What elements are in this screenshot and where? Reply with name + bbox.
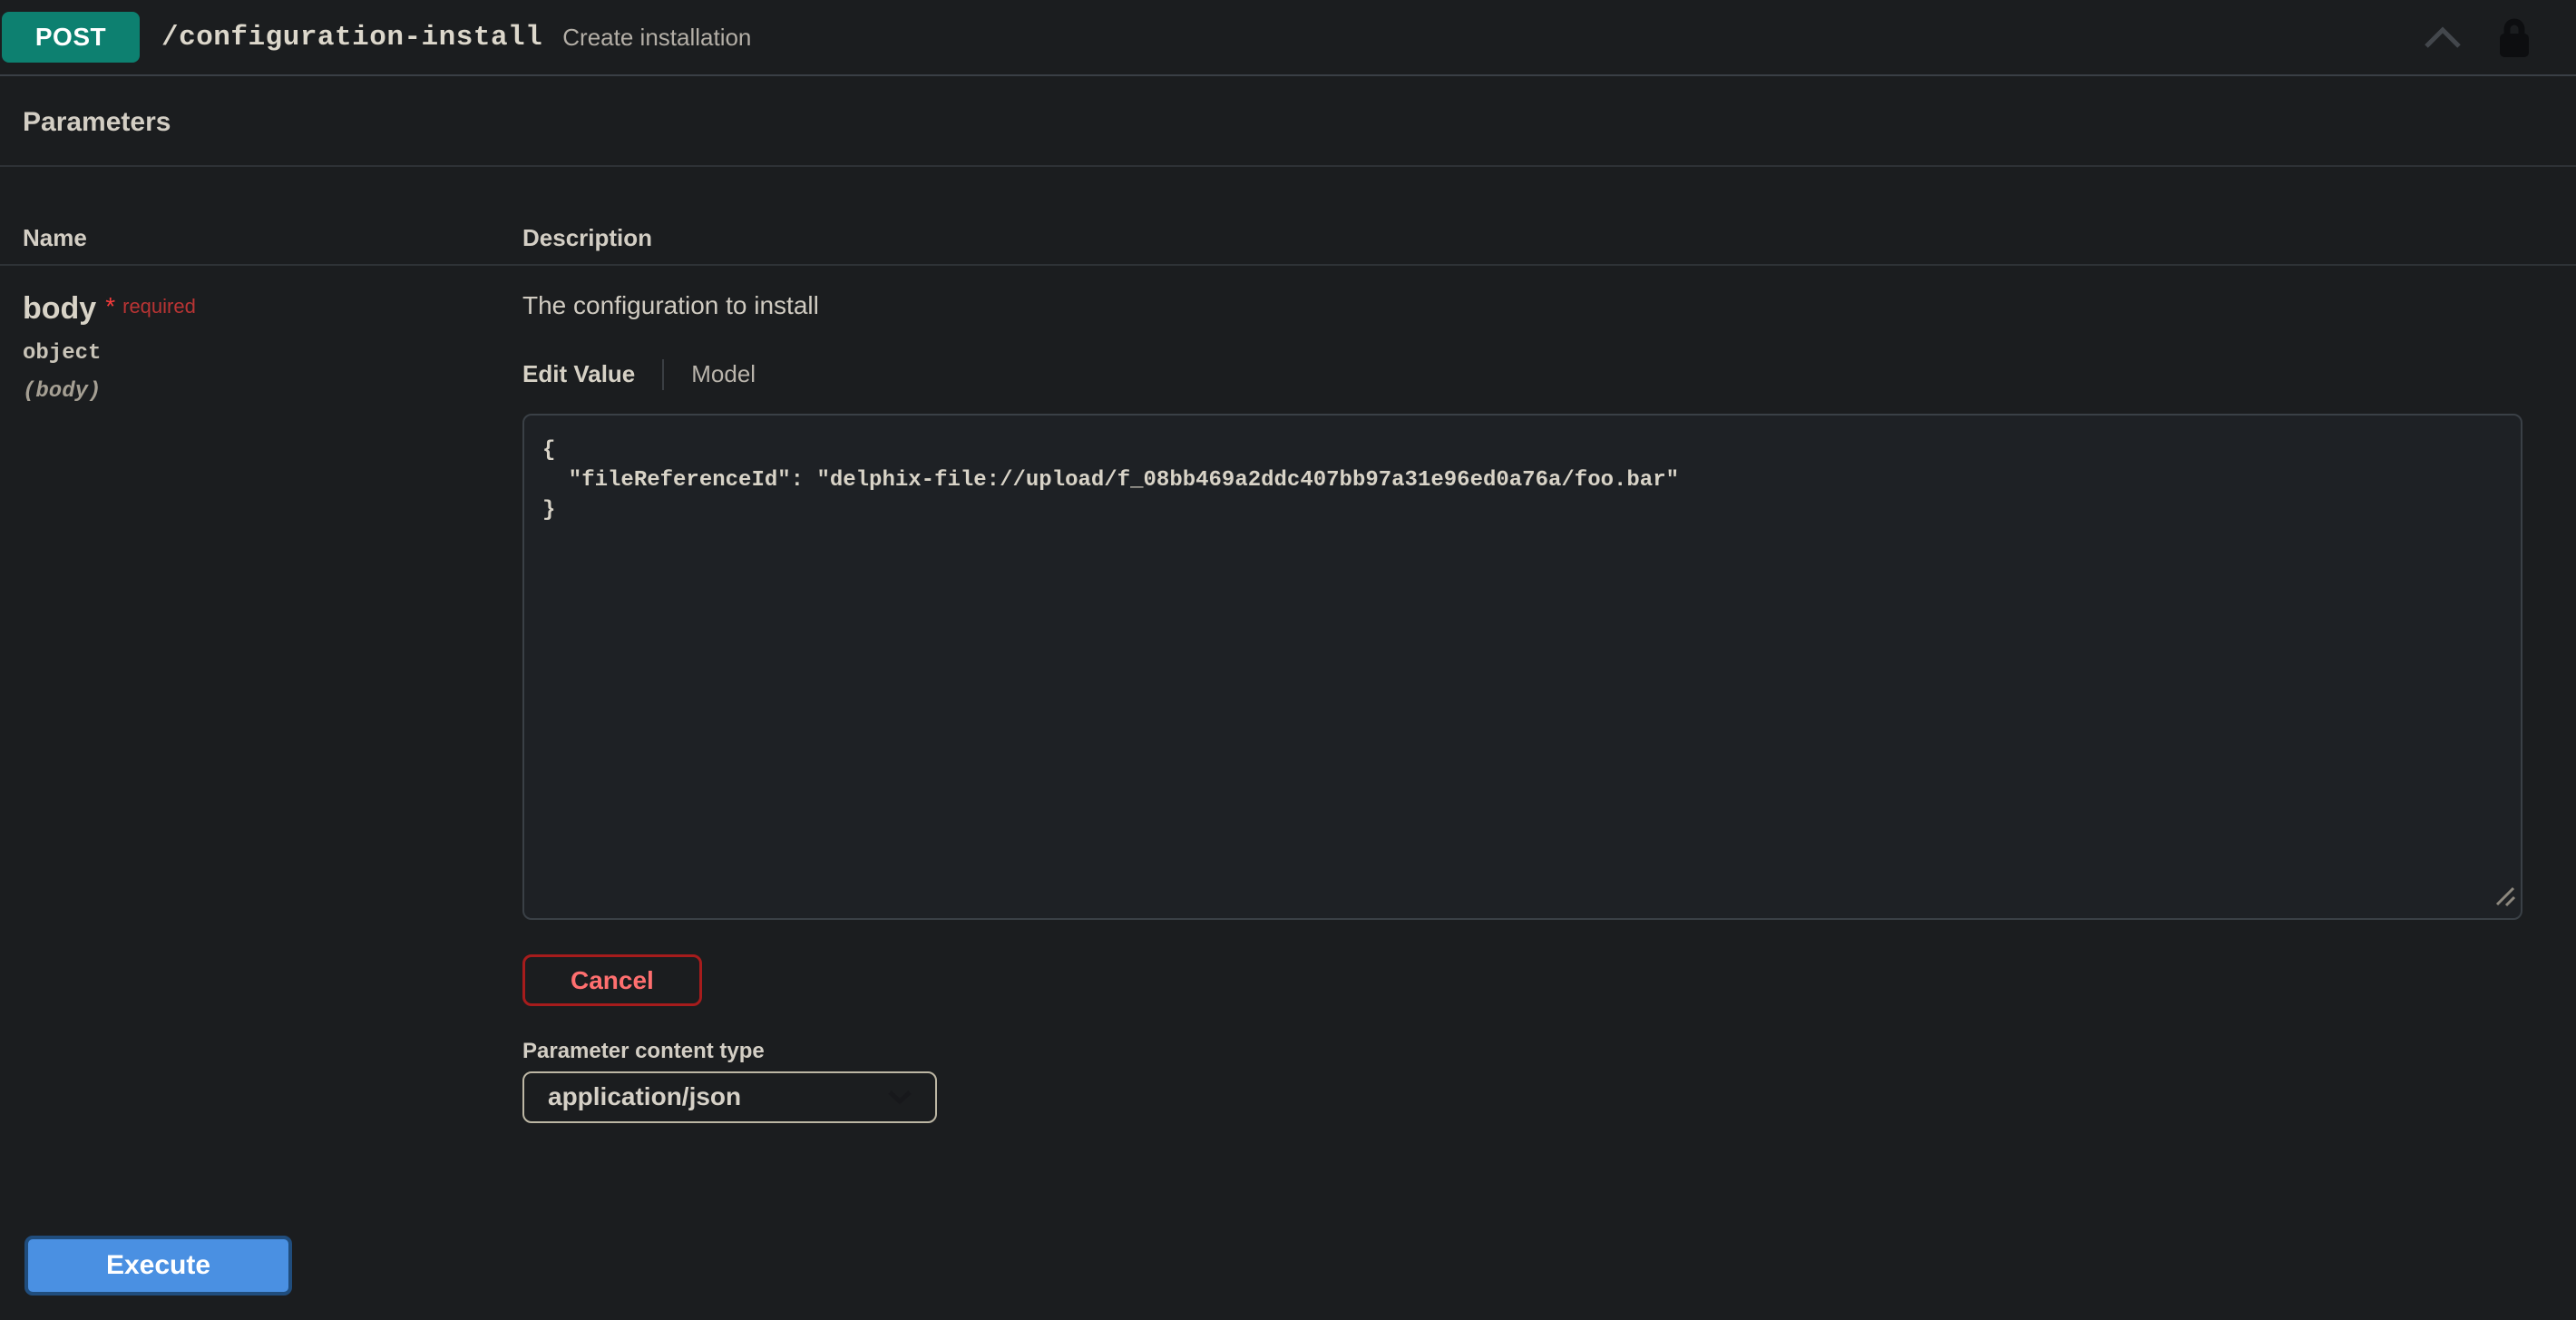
chevron-down-icon (886, 1089, 913, 1105)
http-method-badge: POST (2, 12, 140, 63)
content-type-value: application/json (548, 1082, 741, 1111)
chevron-up-icon (2422, 24, 2464, 51)
authorize-button[interactable] (2496, 15, 2532, 59)
swagger-operation-panel: POST /configuration-install Create insta… (0, 0, 2576, 1320)
parameters-title: Parameters (0, 76, 2576, 167)
required-label: required (122, 295, 196, 318)
execute-button[interactable]: Execute (24, 1236, 292, 1296)
operation-summary: Create installation (562, 24, 751, 52)
collapse-button[interactable] (2422, 24, 2464, 51)
required-asterisk: * (105, 292, 115, 320)
content-type-select[interactable]: application/json (522, 1071, 937, 1123)
parameter-row: body * required object (body) The configur… (0, 266, 2576, 1122)
parameter-type: object (23, 341, 522, 367)
lock-icon (2496, 15, 2532, 59)
endpoint-path: /configuration-install (161, 22, 542, 54)
body-editor: { "fileReferenceId": "delphix-file://upl… (522, 414, 2522, 920)
parameter-location: (body) (23, 379, 522, 405)
tab-separator (662, 359, 664, 390)
value-model-tabs: Edit Value Model (522, 359, 2524, 390)
tab-edit-value[interactable]: Edit Value (522, 361, 635, 388)
parameter-description-cell: The configuration to install Edit Value … (522, 291, 2524, 1122)
tab-model[interactable]: Model (691, 361, 756, 388)
parameter-name: body (23, 291, 96, 326)
operation-summary-bar[interactable]: POST /configuration-install Create insta… (0, 0, 2576, 76)
parameter-description: The configuration to install (522, 291, 2524, 320)
resize-handle-icon[interactable] (2493, 885, 2517, 913)
parameters-table-header: Name Description (0, 225, 2576, 267)
parameter-name-cell: body * required object (body) (23, 291, 522, 1122)
topbar-icons (2422, 15, 2532, 59)
cancel-button[interactable]: Cancel (522, 954, 702, 1007)
column-header-description: Description (522, 225, 2524, 252)
content-type-label: Parameter content type (522, 1039, 2524, 1064)
body-value-textarea[interactable]: { "fileReferenceId": "delphix-file://upl… (522, 414, 2522, 920)
column-header-name: Name (23, 225, 522, 252)
